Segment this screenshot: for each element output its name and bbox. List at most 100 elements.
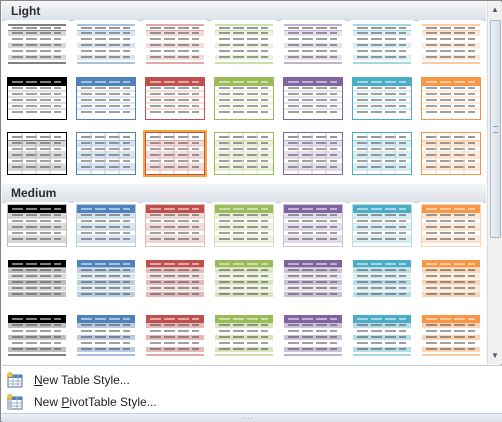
table-style-thumbnail[interactable] — [419, 20, 483, 67]
table-style-preview — [145, 77, 205, 120]
section-header-medium: Medium — [2, 184, 486, 203]
resize-grip[interactable]: .... — [2, 413, 502, 422]
table-style-preview — [7, 259, 67, 302]
table-style-preview — [421, 259, 481, 302]
table-style-preview — [284, 24, 342, 64]
scrollbar-thumb[interactable] — [490, 20, 501, 238]
table-style-thumbnail[interactable] — [74, 20, 138, 67]
table-style-preview — [214, 77, 274, 120]
table-style-preview — [421, 204, 481, 247]
table-style-thumbnail[interactable] — [74, 312, 138, 359]
table-style-thumbnail[interactable] — [419, 312, 483, 359]
table-style-thumbnail[interactable] — [212, 20, 276, 67]
table-style-thumbnail[interactable] — [281, 202, 345, 249]
table-style-thumbnail[interactable] — [143, 130, 207, 177]
table-style-preview — [352, 204, 412, 247]
table-style-thumbnail[interactable] — [5, 75, 69, 122]
table-style-thumbnail[interactable] — [143, 20, 207, 67]
table-style-preview — [352, 259, 412, 302]
table-style-thumbnail[interactable] — [212, 257, 276, 304]
table-style-thumbnail[interactable] — [74, 202, 138, 249]
table-style-thumbnail[interactable] — [419, 257, 483, 304]
table-style-preview — [145, 204, 205, 247]
table-style-thumbnail[interactable] — [74, 130, 138, 177]
table-style-preview — [214, 204, 274, 247]
vertical-scrollbar[interactable]: ▲ ▼ — [487, 2, 502, 364]
table-style-preview — [214, 132, 274, 175]
table-style-thumbnail[interactable] — [350, 312, 414, 359]
table-style-preview — [145, 132, 205, 175]
scroll-down-arrow-icon[interactable]: ▼ — [488, 348, 502, 364]
table-style-thumbnail[interactable] — [212, 130, 276, 177]
table-style-thumbnail[interactable] — [212, 202, 276, 249]
table-style-thumbnail[interactable] — [143, 257, 207, 304]
table-style-preview — [283, 132, 343, 175]
table-style-preview — [76, 132, 136, 175]
table-style-preview — [422, 24, 480, 64]
table-style-thumbnail[interactable] — [212, 312, 276, 359]
table-style-preview — [7, 204, 67, 247]
table-style-thumbnail[interactable] — [5, 20, 69, 67]
new-pivottable-style-icon — [7, 394, 23, 410]
table-style-thumbnail[interactable] — [74, 257, 138, 304]
table-style-preview — [7, 132, 67, 175]
table-style-thumbnail[interactable] — [419, 75, 483, 122]
table-style-thumbnail[interactable] — [350, 130, 414, 177]
table-style-thumbnail[interactable] — [143, 312, 207, 359]
table-style-thumbnail[interactable] — [5, 312, 69, 359]
new-table-style-icon — [7, 372, 23, 388]
table-style-preview — [353, 24, 411, 64]
table-style-thumbnail[interactable] — [143, 75, 207, 122]
table-style-preview — [353, 315, 411, 356]
table-style-preview — [76, 77, 136, 120]
table-style-thumbnail[interactable] — [281, 20, 345, 67]
new-table-style-menu-item[interactable]: New Table Style... — [2, 369, 502, 391]
table-style-preview — [215, 315, 273, 356]
table-style-gallery: Light Medium ▲ ▼ New Table Style... New … — [0, 0, 502, 422]
table-style-preview — [7, 77, 67, 120]
new-pivottable-style-menu-item[interactable]: New PivotTable Style... — [2, 391, 502, 413]
scrollbar-grip-icon — [493, 126, 498, 133]
table-style-preview — [283, 77, 343, 120]
table-style-thumbnail[interactable] — [281, 75, 345, 122]
resize-grip-dots-icon: .... — [242, 414, 254, 421]
table-style-thumbnail[interactable] — [143, 202, 207, 249]
table-style-thumbnail[interactable] — [350, 20, 414, 67]
table-style-preview — [352, 77, 412, 120]
new-table-style-label: New Table Style... — [34, 373, 130, 387]
gallery-menu: New Table Style... New PivotTable Style.… — [2, 365, 502, 413]
table-style-thumbnail[interactable] — [350, 257, 414, 304]
table-style-thumbnail[interactable] — [281, 130, 345, 177]
table-style-preview — [214, 259, 274, 302]
table-style-preview — [146, 315, 204, 356]
table-style-preview — [146, 24, 204, 64]
table-style-preview — [145, 259, 205, 302]
table-style-preview — [421, 77, 481, 120]
table-style-preview — [77, 24, 135, 64]
table-style-preview — [283, 204, 343, 247]
table-style-preview — [283, 259, 343, 302]
table-style-preview — [215, 24, 273, 64]
table-style-thumbnail[interactable] — [74, 75, 138, 122]
table-style-thumbnail[interactable] — [419, 130, 483, 177]
table-style-thumbnail[interactable] — [281, 312, 345, 359]
table-style-thumbnail[interactable] — [350, 75, 414, 122]
table-style-thumbnail[interactable] — [5, 202, 69, 249]
table-style-thumbnail[interactable] — [5, 130, 69, 177]
new-pivottable-style-label: New PivotTable Style... — [34, 395, 157, 409]
table-style-thumbnail[interactable] — [5, 257, 69, 304]
style-gallery-scroll-area: Light Medium — [2, 2, 486, 364]
section-header-light: Light — [2, 2, 486, 21]
scroll-up-arrow-icon[interactable]: ▲ — [488, 2, 502, 18]
table-style-preview — [76, 204, 136, 247]
table-style-preview — [8, 315, 66, 356]
table-style-preview — [421, 132, 481, 175]
table-style-preview — [8, 24, 66, 64]
table-style-thumbnail[interactable] — [350, 202, 414, 249]
table-style-thumbnail[interactable] — [212, 75, 276, 122]
table-style-thumbnail[interactable] — [419, 202, 483, 249]
table-style-preview — [422, 315, 480, 356]
table-style-thumbnail[interactable] — [281, 257, 345, 304]
table-style-preview — [284, 315, 342, 356]
table-style-preview — [352, 132, 412, 175]
